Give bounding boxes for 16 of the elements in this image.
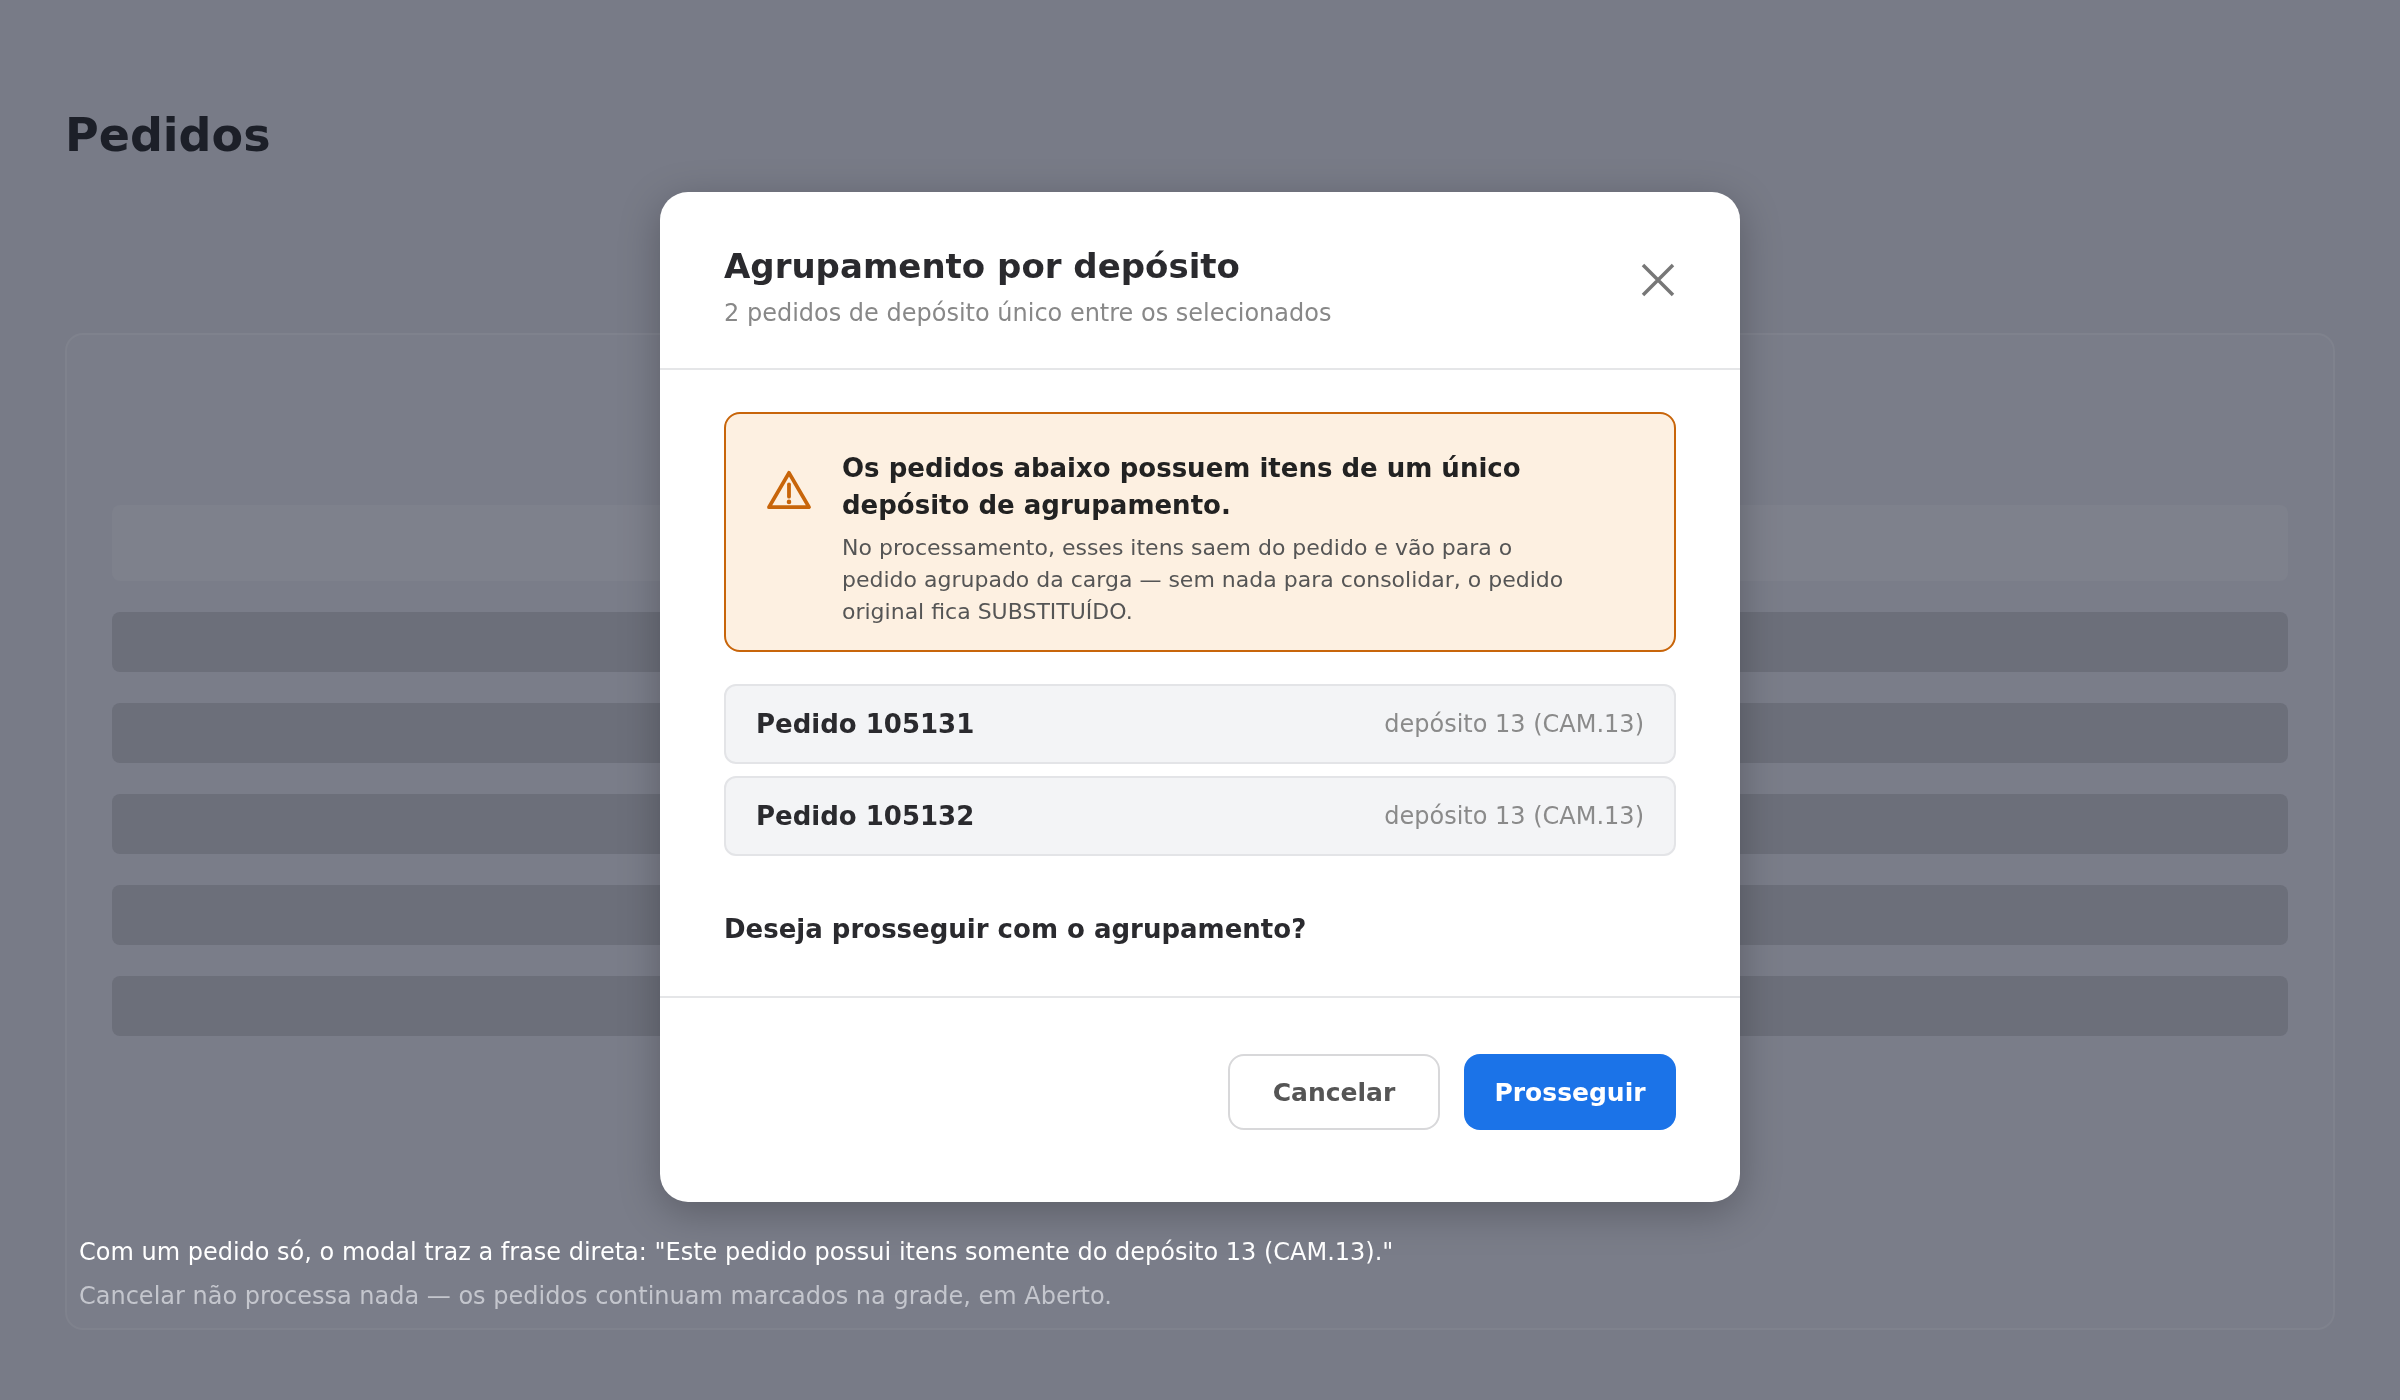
warning-icon: [766, 470, 812, 510]
warehouse-label: depósito 13 (CAM.13): [1384, 802, 1644, 830]
cancel-button[interactable]: Cancelar: [1228, 1054, 1440, 1130]
footnote-text: Cancelar não processa nada — os pedidos continuam marcados na grade, em Aberto.: [79, 1281, 1113, 1312]
confirm-question: Deseja prosseguir com o agrupamento?: [724, 914, 1308, 944]
proceed-button[interactable]: Prosseguir: [1464, 1054, 1676, 1130]
page-title: Pedidos: [65, 107, 272, 164]
modal-subtitle: 2 pedidos de depósito único entre os selecionados: [724, 298, 1332, 329]
close-icon[interactable]: [1640, 262, 1676, 298]
warehouse-label: depósito 13 (CAM.13): [1384, 710, 1644, 738]
order-name: Pedido 105131: [756, 709, 975, 739]
modal-title: Agrupamento por depósito: [724, 245, 1241, 288]
alert-title: Os pedidos abaixo possuem itens de um único depósito de agrupamento.: [842, 452, 1522, 522]
alert-text: No processamento, esses itens saem do pedido e vão para o pedido agrupado da carga — sem nada para consolidar, o pedido original fica SUBSTITUÍDO.: [842, 534, 1565, 626]
order-name: Pedido 105132: [756, 801, 975, 831]
footnote-text: Com um pedido só, o modal traz a frase direta: "Este pedido possui itens somente do depósito 13 (CAM.13).": [79, 1237, 1395, 1268]
